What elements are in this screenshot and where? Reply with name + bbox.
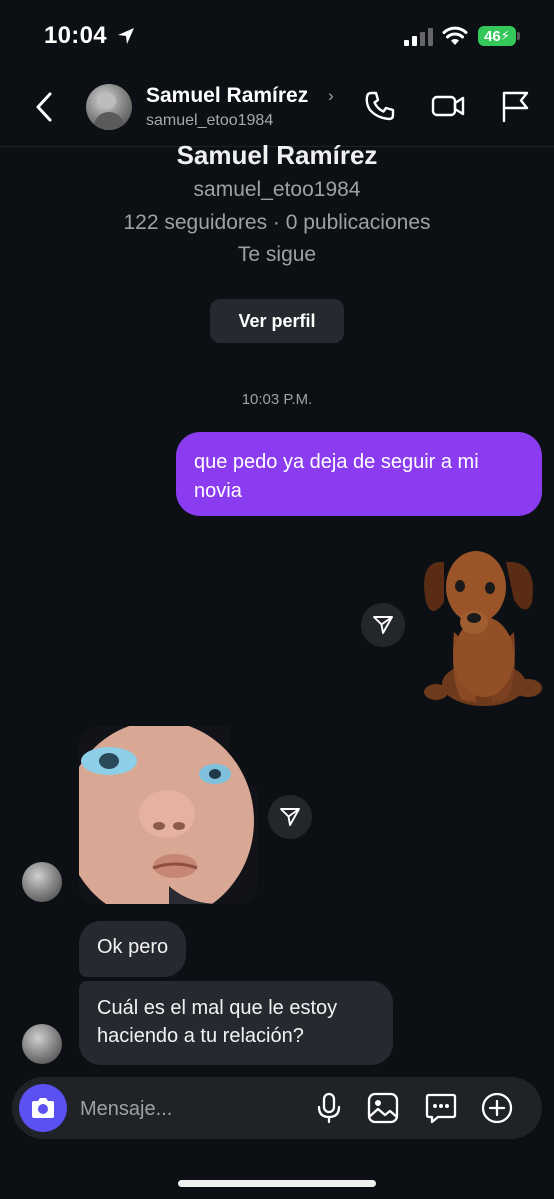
outgoing-message[interactable]: que pedo ya deja de seguir a mi novia [176, 432, 542, 516]
home-indicator [178, 1180, 376, 1187]
back-icon[interactable] [30, 90, 60, 124]
incoming-message-line-1: Cuál es el mal que le estoy [97, 997, 338, 1019]
chevron-right-icon[interactable]: › [328, 86, 334, 106]
cellular-signal-icon [404, 28, 433, 46]
share-sticker-button[interactable] [361, 603, 405, 647]
sender-avatar[interactable] [22, 1024, 62, 1064]
incoming-message[interactable]: Ok pero [79, 921, 187, 977]
profile-stats: 122 seguidores · 0 publicaciones [123, 211, 431, 234]
avatar-photo-icon [92, 93, 126, 130]
wifi-icon [442, 26, 468, 45]
add-circle-icon[interactable] [480, 1091, 514, 1125]
status-time: 10:04 [44, 22, 107, 49]
incoming-message[interactable]: Cuál es el mal que le estoy haciendo a t… [79, 981, 393, 1065]
outgoing-message-line-1: que pedo ya deja de seguir a mi [194, 451, 479, 473]
location-arrow-icon [118, 28, 134, 44]
message-timestamp: 10:03 P.M. [241, 391, 313, 408]
share-gif-button[interactable] [268, 795, 312, 839]
phone-call-icon[interactable] [362, 88, 398, 124]
battery-indicator: 46 ⚡ [478, 26, 516, 46]
header-username[interactable]: samuel_etoo1984 [146, 112, 273, 130]
battery-cap [517, 32, 520, 40]
microphone-icon[interactable] [312, 1091, 346, 1125]
report-flag-icon[interactable] [498, 88, 534, 124]
send-icon [280, 808, 300, 826]
sender-avatar[interactable] [22, 862, 62, 902]
view-profile-button[interactable]: Ver perfil [210, 299, 344, 343]
incoming-message-line-2: haciendo a tu relación? [97, 1025, 304, 1047]
gallery-icon[interactable] [366, 1091, 400, 1125]
camera-icon [32, 1098, 54, 1118]
outgoing-message-line-2: novia [194, 480, 242, 502]
profile-username: samuel_etoo1984 [193, 178, 361, 201]
message-input[interactable] [80, 1094, 290, 1124]
profile-name: Samuel Ramírez [176, 140, 378, 170]
dachshund-sticker[interactable] [414, 532, 544, 712]
sticker-chat-icon[interactable] [424, 1091, 458, 1125]
camera-button[interactable] [19, 1084, 67, 1132]
baby-face-gif[interactable] [79, 726, 257, 904]
header-avatar[interactable] [86, 84, 132, 130]
incoming-message-text: Ok pero [97, 936, 169, 958]
header-name[interactable]: Samuel Ramírez [146, 84, 308, 108]
follow-status: Te sigue [237, 243, 317, 266]
video-call-icon[interactable] [430, 88, 466, 124]
battery-level: 46 [484, 27, 501, 45]
send-icon [373, 616, 393, 634]
